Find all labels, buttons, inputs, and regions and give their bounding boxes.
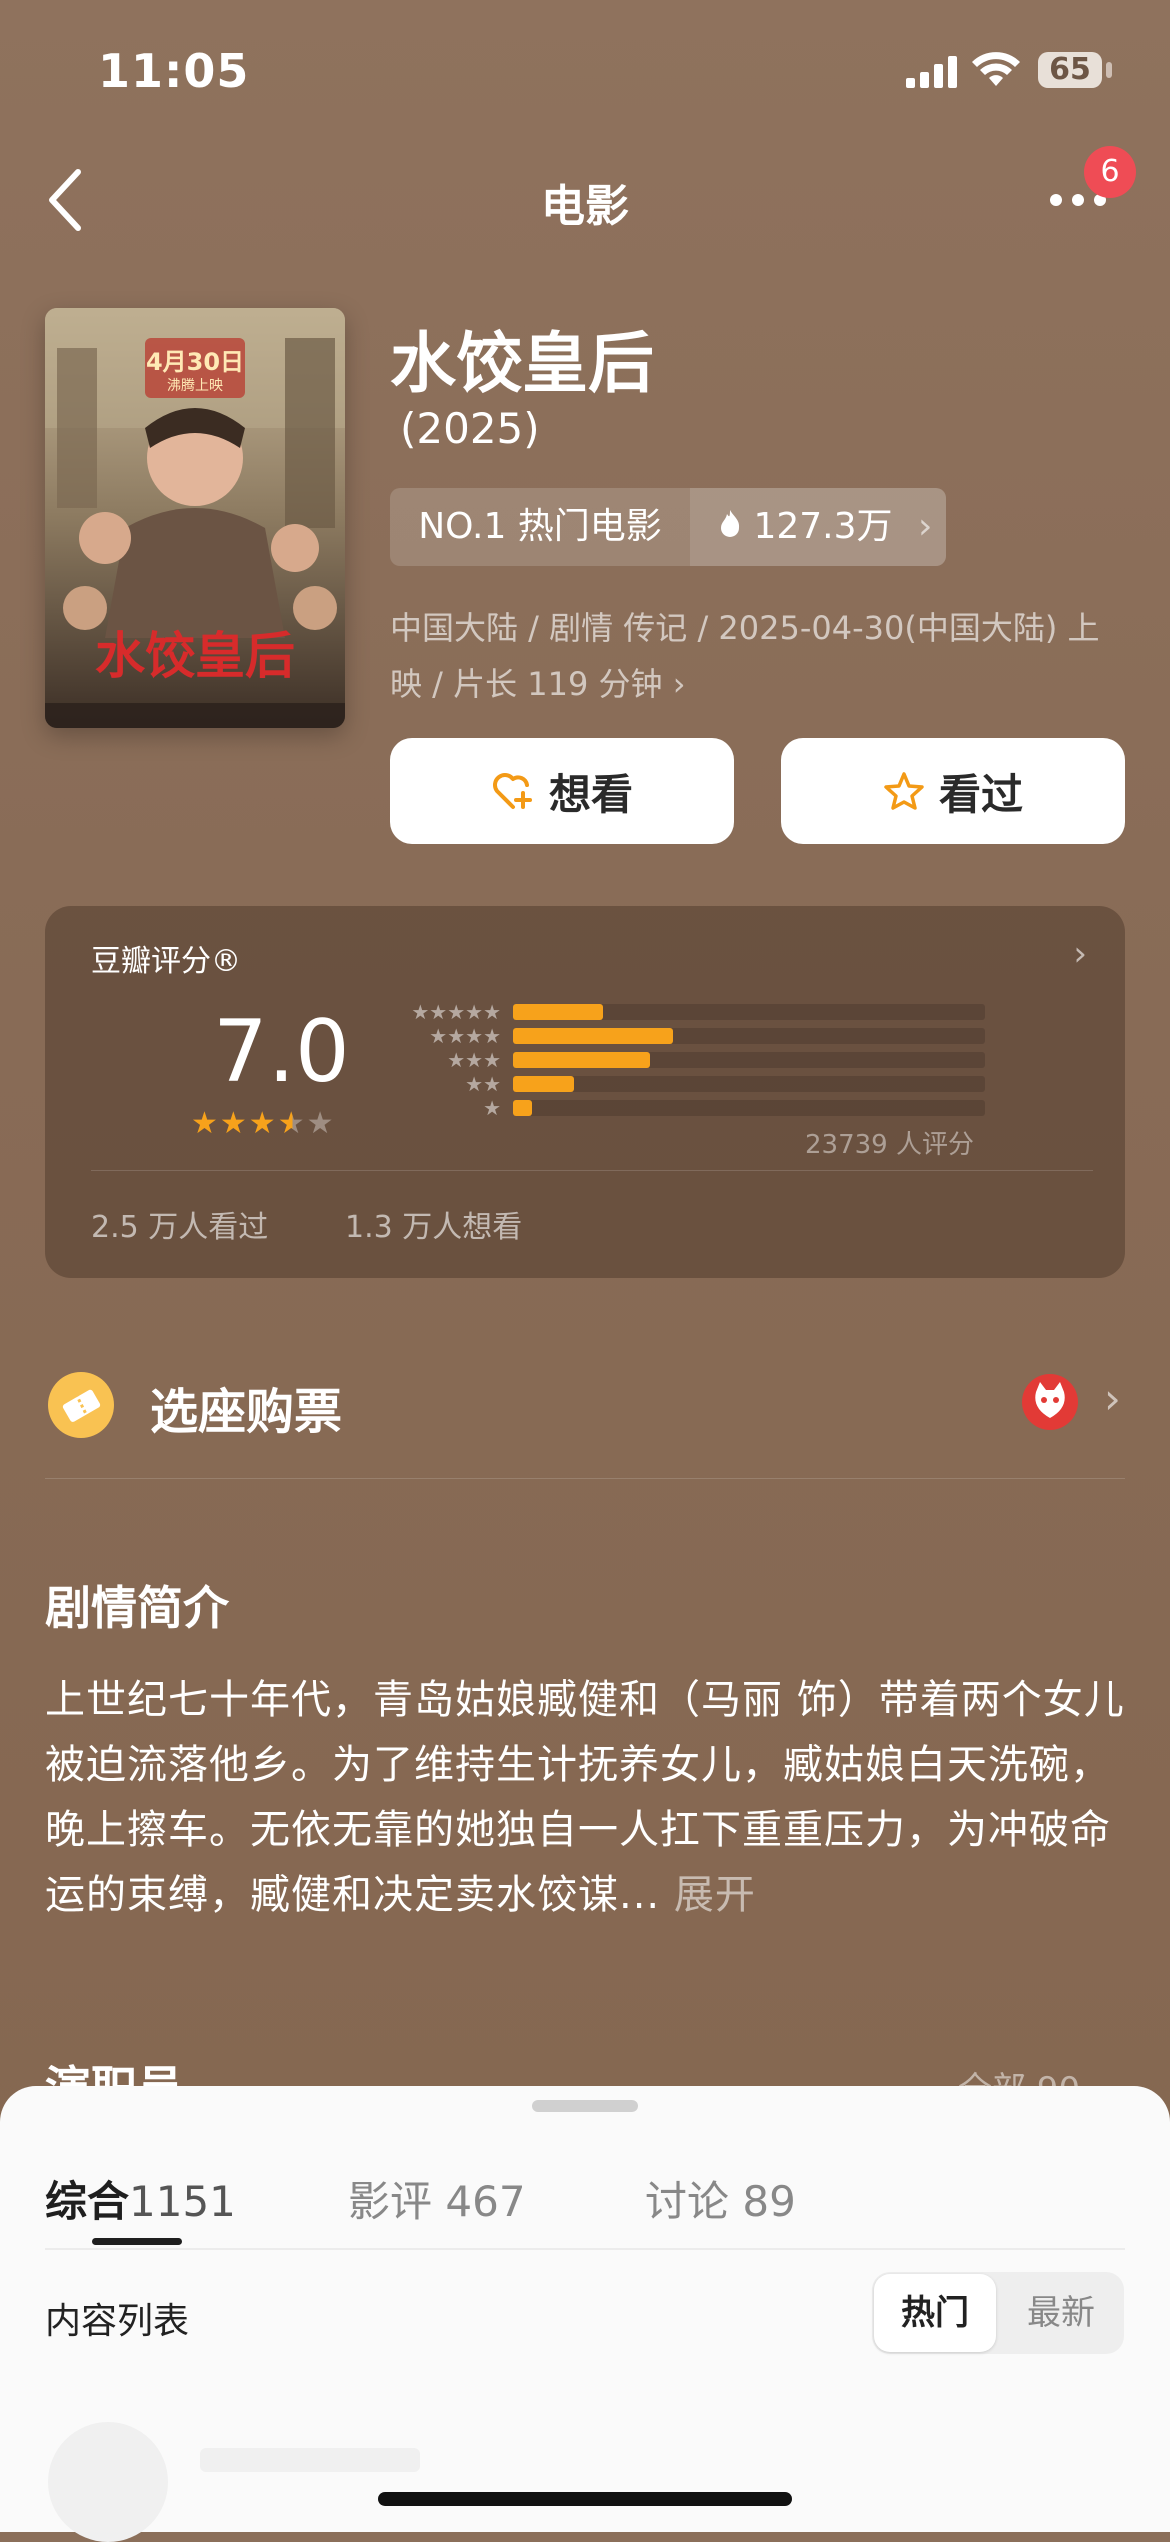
- flame-icon: [718, 488, 742, 566]
- three-stars-icon: ★★★: [447, 1048, 501, 1072]
- poster-tagline: 沸腾上映: [167, 377, 223, 394]
- rating-stars: ★★★★★: [191, 1106, 336, 1141]
- bottom-sheet[interactable]: 综合1151 影评 467 讨论 89 内容列表 热门 最新: [0, 2086, 1170, 2542]
- expand-link[interactable]: 展开: [674, 1872, 756, 1918]
- chevron-right-icon: ›: [1073, 934, 1087, 974]
- tab-count: 467: [445, 2177, 526, 2226]
- movie-title: 水饺皇后: [390, 325, 654, 402]
- movie-poster[interactable]: 4月30日 沸腾上映 水饺皇后: [45, 308, 345, 728]
- synopsis-title: 剧情简介: [45, 1581, 229, 1635]
- bar-fill: [513, 1004, 603, 1020]
- poster-title-art: 水饺皇后: [95, 626, 295, 685]
- home-indicator[interactable]: [378, 2492, 792, 2506]
- bar-fill: [513, 1100, 532, 1116]
- status-time: 11:05: [98, 44, 250, 98]
- rating-score: 7.0: [213, 1002, 350, 1102]
- nav-title: 电影: [541, 181, 629, 232]
- bar-row-5: ★★★★★: [383, 1000, 1023, 1024]
- star-icon: [884, 772, 924, 810]
- want-to-watch-button[interactable]: 想看: [390, 738, 734, 844]
- ticket-icon: [48, 1372, 114, 1438]
- sort-toggle[interactable]: 热门 最新: [872, 2272, 1124, 2354]
- content-list-label: 内容列表: [45, 2301, 190, 2342]
- loading-avatar-placeholder: [48, 2422, 168, 2542]
- two-stars-icon: ★★: [465, 1072, 501, 1096]
- battery-indicator: 65: [1038, 52, 1102, 88]
- sort-hot-button[interactable]: 热门: [874, 2274, 996, 2352]
- rating-distribution: ★★★★★ ★★★★ ★★★ ★★ ★: [383, 1000, 1023, 1120]
- five-stars-icon: ★★★★★: [411, 1000, 501, 1024]
- chevron-right-icon[interactable]: ›: [1104, 1374, 1121, 1423]
- tab-label: 影评: [348, 2177, 433, 2226]
- movie-year: (2025): [400, 404, 540, 453]
- synopsis-body: 上世纪七十年代，青岛姑娘臧健和（马丽 饰）带着两个女儿被迫流落他乡。为了维持生计…: [45, 1677, 1125, 1918]
- bar-fill: [513, 1076, 575, 1092]
- cellular-signal-icon: [906, 56, 957, 88]
- status-bar: 11:05 65: [0, 0, 1170, 140]
- bar-row-1: ★: [383, 1096, 1023, 1120]
- loading-text-placeholder: [200, 2448, 420, 2472]
- rank-label: NO.1 热门电影: [418, 506, 662, 547]
- active-tab-indicator: [92, 2238, 182, 2245]
- sort-new-button[interactable]: 最新: [1000, 2274, 1122, 2352]
- rank-chip[interactable]: NO.1 热门电影 127.3万 ›: [390, 488, 946, 566]
- divider: [91, 1170, 1093, 1171]
- seen-label: 看过: [938, 769, 1023, 819]
- want-count: 1.3 万人想看: [345, 1210, 523, 1245]
- bar-fill: [513, 1028, 674, 1044]
- meta-line-1: 中国大陆 / 剧情 传记 / 2025-04-30(中国大陆) 上: [390, 609, 1100, 647]
- vote-count: 23739 人评分: [805, 1130, 974, 1160]
- seen-count: 2.5 万人看过: [91, 1210, 269, 1245]
- tab-reviews[interactable]: 影评 467: [348, 2168, 526, 2229]
- notification-badge: 6: [1084, 146, 1136, 198]
- wifi-icon: [972, 52, 1020, 86]
- tab-count: 1151: [129, 2177, 236, 2226]
- divider: [45, 2248, 1125, 2250]
- bar-row-2: ★★: [383, 1072, 1023, 1096]
- poster-image: 4月30日 沸腾上映 水饺皇后: [45, 308, 345, 728]
- meta-line-2: 映 / 片长 119 分钟: [390, 665, 663, 703]
- maoyan-cat-icon: [1022, 1374, 1078, 1430]
- movie-meta[interactable]: 中国大陆 / 剧情 传记 / 2025-04-30(中国大陆) 上 映 / 片长…: [390, 600, 1130, 712]
- tab-label: 综合: [45, 2177, 130, 2226]
- seen-button[interactable]: 看过: [781, 738, 1125, 844]
- heart-plus-icon: [493, 773, 532, 809]
- buy-tickets-link[interactable]: 选座购票: [150, 1372, 342, 1442]
- tab-discussions[interactable]: 讨论 89: [645, 2168, 796, 2229]
- tab-count: 89: [742, 2177, 796, 2226]
- hot-value-text: 127.3万: [753, 506, 893, 547]
- bar-fill: [513, 1052, 650, 1068]
- rating-title: 豆瓣评分®: [91, 944, 241, 979]
- chevron-right-icon: ›: [917, 506, 933, 547]
- four-stars-icon: ★★★★: [429, 1024, 501, 1048]
- bar-row-3: ★★★: [383, 1048, 1023, 1072]
- one-star-icon: ★: [483, 1096, 501, 1120]
- want-label: 想看: [548, 769, 633, 819]
- divider: [45, 1478, 1125, 1479]
- synopsis-text: 上世纪七十年代，青岛姑娘臧健和（马丽 饰）带着两个女儿被迫流落他乡。为了维持生计…: [45, 1668, 1130, 1928]
- tab-label: 讨论: [645, 2177, 730, 2226]
- tab-overview[interactable]: 综合1151: [45, 2168, 236, 2229]
- bar-row-4: ★★★★: [383, 1024, 1023, 1048]
- sheet-handle[interactable]: [532, 2100, 638, 2112]
- battery-tip: [1106, 62, 1112, 78]
- poster-date: 4月30日: [146, 348, 244, 376]
- rating-card[interactable]: 豆瓣评分® › 7.0 ★★★★★ ★★★★★ ★★★★ ★★★ ★★ ★ 23…: [45, 906, 1125, 1278]
- hot-value: 127.3万 ›: [690, 488, 946, 566]
- chevron-right-icon: ›: [672, 665, 686, 703]
